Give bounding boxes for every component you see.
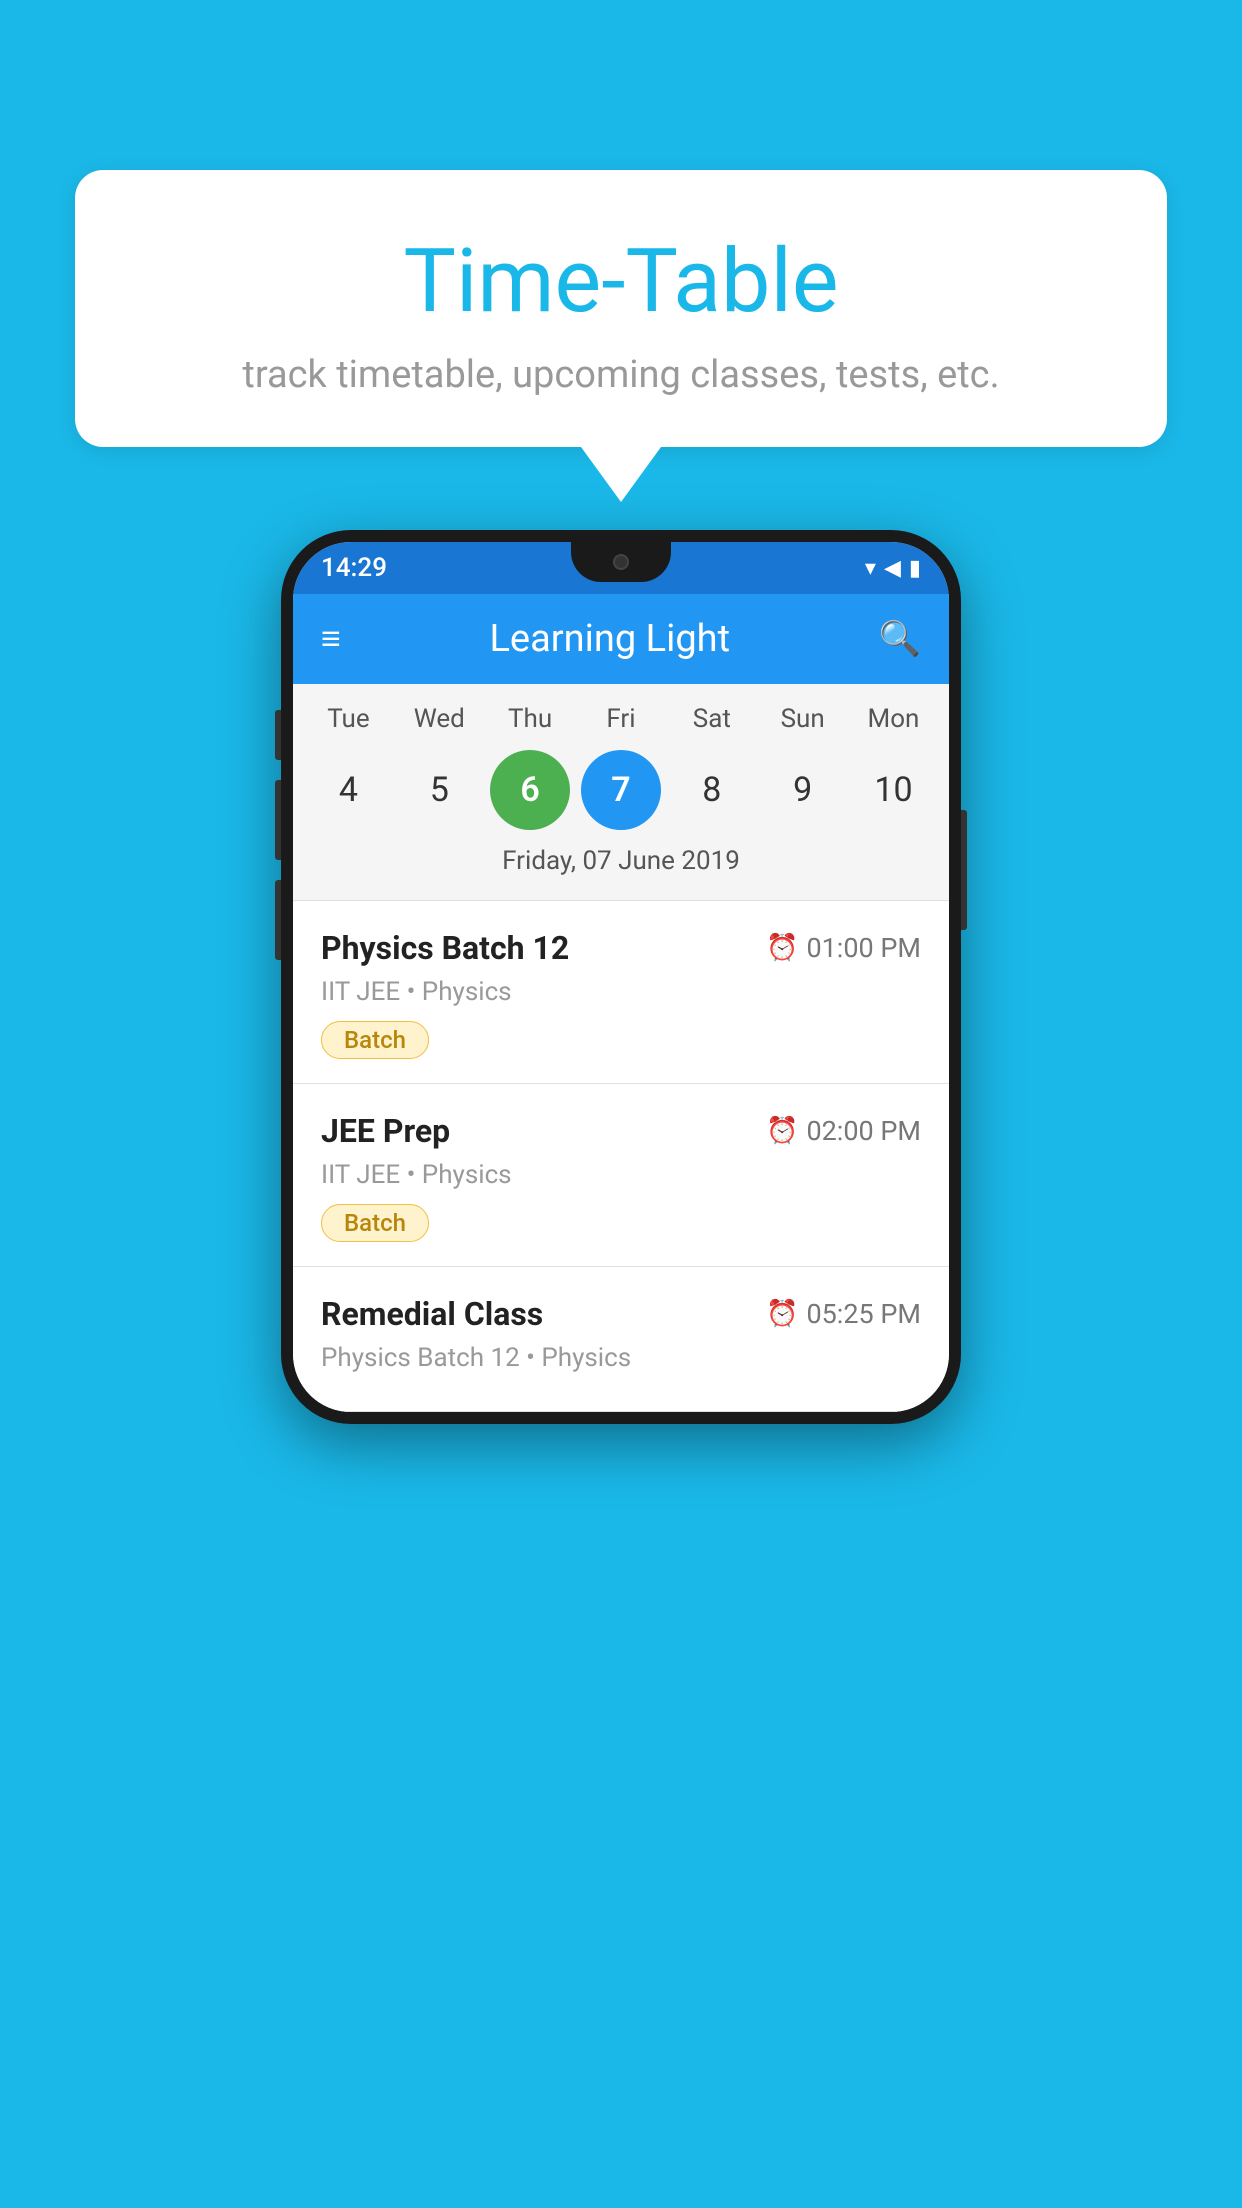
day-6-today[interactable]: 6 [490, 750, 570, 830]
camera-dot [613, 554, 629, 570]
class-2-badge: Batch [321, 1204, 429, 1242]
phone-side-btn-1 [275, 710, 281, 760]
day-name-thu: Thu [490, 704, 570, 734]
signal-icon: ◀ [884, 556, 901, 581]
class-3-time: ⏰ 05:25 PM [766, 1298, 921, 1330]
class-1-badge: Batch [321, 1021, 429, 1059]
class-item-1[interactable]: Physics Batch 12 ⏰ 01:00 PM IIT JEE • Ph… [293, 901, 949, 1084]
class-1-time-value: 01:00 PM [806, 932, 921, 964]
speech-bubble-container: Time-Table track timetable, upcoming cla… [75, 170, 1167, 502]
day-name-mon: Mon [853, 704, 933, 734]
day-name-sat: Sat [672, 704, 752, 734]
speech-bubble: Time-Table track timetable, upcoming cla… [75, 170, 1167, 447]
class-3-time-value: 05:25 PM [806, 1298, 921, 1330]
phone-side-btn-right [961, 810, 967, 930]
calendar-strip: Tue Wed Thu Fri Sat Sun Mon 4 5 6 7 8 9 … [293, 684, 949, 900]
class-2-time: ⏰ 02:00 PM [766, 1115, 921, 1147]
phone-mockup: 14:29 ▾ ◀ ▮ ≡ Learning Light 🔍 [281, 530, 961, 1424]
clock-icon-2: ⏰ [766, 1116, 798, 1146]
clock-icon-1: ⏰ [766, 933, 798, 963]
phone-screen: 14:29 ▾ ◀ ▮ ≡ Learning Light 🔍 [293, 542, 949, 1412]
status-time: 14:29 [321, 553, 387, 583]
status-bar: 14:29 ▾ ◀ ▮ [293, 542, 949, 594]
class-item-2[interactable]: JEE Prep ⏰ 02:00 PM IIT JEE • Physics Ba… [293, 1084, 949, 1267]
class-3-meta: Physics Batch 12 • Physics [321, 1343, 921, 1373]
class-1-name: Physics Batch 12 [321, 929, 569, 967]
day-9[interactable]: 9 [763, 750, 843, 830]
class-item-2-header: JEE Prep ⏰ 02:00 PM [321, 1112, 921, 1150]
clock-icon-3: ⏰ [766, 1299, 798, 1329]
phone-side-btn-2 [275, 780, 281, 860]
class-3-name: Remedial Class [321, 1295, 543, 1333]
battery-icon: ▮ [909, 556, 921, 581]
class-item-1-header: Physics Batch 12 ⏰ 01:00 PM [321, 929, 921, 967]
phone-notch [571, 542, 671, 582]
app-bar: ≡ Learning Light 🔍 [293, 594, 949, 684]
day-name-fri: Fri [581, 704, 661, 734]
class-1-time: ⏰ 01:00 PM [766, 932, 921, 964]
app-bar-title: Learning Light [489, 617, 730, 661]
day-name-tue: Tue [308, 704, 388, 734]
calendar-date-label: Friday, 07 June 2019 [293, 846, 949, 890]
phone-container: 14:29 ▾ ◀ ▮ ≡ Learning Light 🔍 [75, 530, 1167, 1424]
day-name-sun: Sun [763, 704, 843, 734]
day-10[interactable]: 10 [853, 750, 933, 830]
wifi-icon: ▾ [865, 556, 876, 581]
class-2-name: JEE Prep [321, 1112, 450, 1150]
speech-bubble-subtitle: track timetable, upcoming classes, tests… [125, 353, 1117, 397]
class-2-time-value: 02:00 PM [806, 1115, 921, 1147]
menu-icon[interactable]: ≡ [321, 622, 341, 656]
day-8[interactable]: 8 [672, 750, 752, 830]
class-item-3[interactable]: Remedial Class ⏰ 05:25 PM Physics Batch … [293, 1267, 949, 1412]
day-5[interactable]: 5 [399, 750, 479, 830]
speech-bubble-title: Time-Table [125, 230, 1117, 333]
class-2-meta: IIT JEE • Physics [321, 1160, 921, 1190]
day-4[interactable]: 4 [308, 750, 388, 830]
day-7-selected[interactable]: 7 [581, 750, 661, 830]
day-name-wed: Wed [399, 704, 479, 734]
class-item-3-header: Remedial Class ⏰ 05:25 PM [321, 1295, 921, 1333]
phone-side-btn-3 [275, 880, 281, 960]
class-1-meta: IIT JEE • Physics [321, 977, 921, 1007]
days-numbers: 4 5 6 7 8 9 10 [293, 750, 949, 830]
days-header: Tue Wed Thu Fri Sat Sun Mon [293, 704, 949, 734]
speech-bubble-arrow [581, 447, 661, 502]
search-icon[interactable]: 🔍 [879, 619, 921, 659]
status-icons: ▾ ◀ ▮ [865, 556, 921, 581]
